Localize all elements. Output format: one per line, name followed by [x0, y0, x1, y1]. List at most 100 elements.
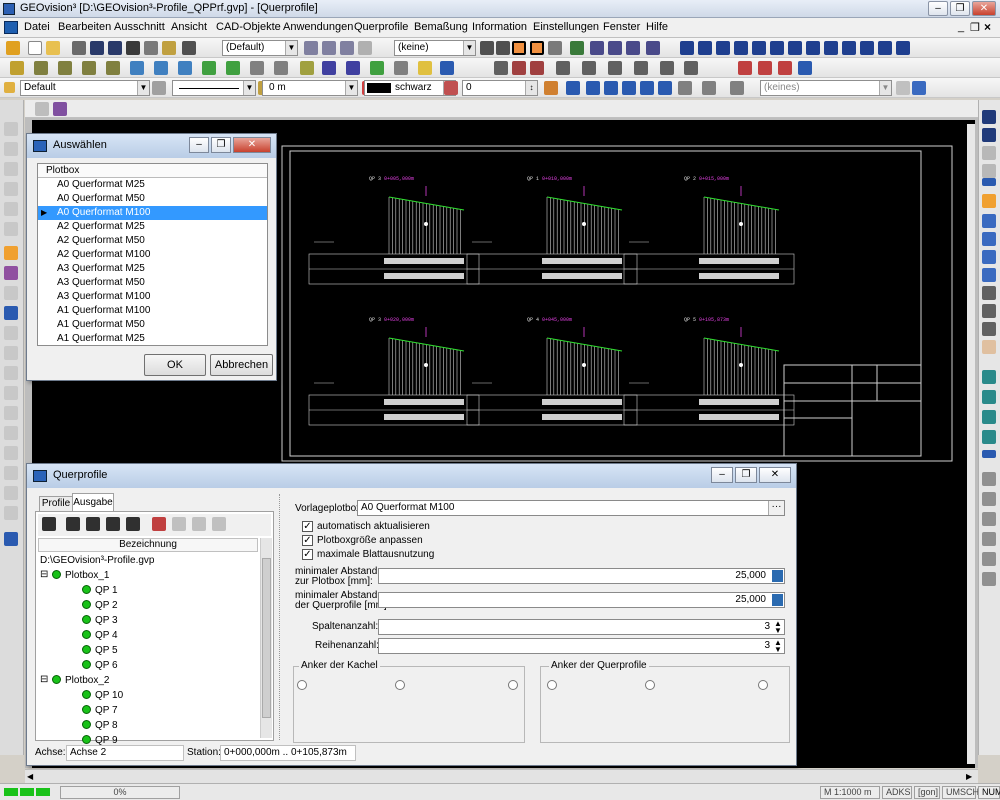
- ok-button[interactable]: OK: [144, 354, 206, 376]
- arrow-right-icon[interactable]: [982, 146, 996, 160]
- table-insert-icon[interactable]: [346, 61, 360, 75]
- canvas-vscrollbar[interactable]: [967, 124, 975, 764]
- zoom-extents-icon[interactable]: [982, 268, 996, 282]
- gon-field[interactable]: [gon]: [914, 786, 940, 799]
- snap-point-icon[interactable]: [556, 61, 570, 75]
- move-down-icon[interactable]: [172, 517, 186, 531]
- tab-profile[interactable]: Profile: [39, 496, 73, 511]
- menu-cad-objekte[interactable]: CAD-Objekte: [216, 21, 281, 33]
- menu-bemassung[interactable]: Bemaßung: [414, 21, 468, 33]
- print-preview-icon[interactable]: [144, 41, 158, 55]
- prop-tool-1-icon[interactable]: [566, 81, 580, 95]
- left-tool-18-icon[interactable]: [4, 506, 18, 520]
- point-icon[interactable]: [10, 61, 24, 75]
- anker-qp-center-radio[interactable]: [645, 680, 655, 690]
- right-toolbar-end-icon[interactable]: [982, 178, 996, 186]
- chart-icon[interactable]: [626, 41, 640, 55]
- left-tool-4-icon[interactable]: [4, 182, 18, 196]
- arrow-up-icon[interactable]: [982, 128, 996, 142]
- tree-profile-item[interactable]: QP 1: [82, 584, 118, 598]
- move-up-icon[interactable]: [152, 517, 166, 531]
- left-toolbar-end-icon[interactable]: [4, 306, 18, 320]
- print-icon[interactable]: [182, 41, 196, 55]
- save-all-icon[interactable]: [108, 41, 122, 55]
- left-tool-12-icon[interactable]: [4, 386, 18, 400]
- left-tool-11-icon[interactable]: [4, 366, 18, 380]
- spalten-field[interactable]: 3: [378, 619, 785, 635]
- profile-tool-11-icon[interactable]: [860, 41, 874, 55]
- frame-select-icon[interactable]: [512, 41, 526, 55]
- value-combo[interactable]: 0 ↕: [462, 80, 538, 96]
- achse-field[interactable]: Achse 2: [66, 745, 184, 761]
- doc-tool-1-icon[interactable]: [35, 102, 49, 116]
- plotbox-list-item[interactable]: A2 Querformat M25: [38, 220, 267, 234]
- layer-manager-icon[interactable]: [440, 61, 454, 75]
- left-tool-10-icon[interactable]: [4, 346, 18, 360]
- plotbox-size-checkbox[interactable]: ✓: [302, 535, 313, 546]
- sort-icon[interactable]: [192, 517, 206, 531]
- layer-off-icon[interactable]: [358, 41, 372, 55]
- frame-window-icon[interactable]: [530, 41, 544, 55]
- tree-profile-item[interactable]: QP 8: [82, 719, 118, 733]
- profile-tool-1-icon[interactable]: [680, 41, 694, 55]
- paste-icon[interactable]: [162, 41, 176, 55]
- style-combo[interactable]: (Default) ▼: [222, 40, 298, 56]
- linewidth-combo[interactable]: 0 m ▼: [262, 80, 358, 96]
- menu-information[interactable]: Information: [472, 21, 527, 33]
- keine-combo[interactable]: (keine) ▼: [394, 40, 476, 56]
- left-tool-7-icon[interactable]: [4, 266, 18, 280]
- anker-kachel-center-radio[interactable]: [395, 680, 405, 690]
- left-tool-5-icon[interactable]: [4, 202, 18, 216]
- trim-icon[interactable]: [250, 61, 264, 75]
- folder-layer-icon[interactable]: [418, 61, 432, 75]
- intersection-icon[interactable]: [512, 61, 526, 75]
- profile-tool-6-icon[interactable]: [770, 41, 784, 55]
- extend-icon[interactable]: [274, 61, 288, 75]
- marker-icon[interactable]: [738, 61, 752, 75]
- profile-tool-5-icon[interactable]: [752, 41, 766, 55]
- close-button[interactable]: ✕: [972, 1, 996, 16]
- reihen-spin-icon[interactable]: ▲ ▼: [774, 639, 782, 654]
- layer-combo[interactable]: Default ▼: [20, 80, 150, 96]
- menu-hilfe[interactable]: Hilfe: [646, 21, 668, 33]
- left-tool-active-icon[interactable]: [4, 246, 18, 260]
- reihen-field[interactable]: 3: [378, 638, 785, 654]
- mdi-restore-icon[interactable]: ❐: [970, 21, 980, 34]
- plotbox-list[interactable]: Plotbox A0 Querformat M25 A0 Querformat M…: [37, 163, 268, 346]
- nav-4-icon[interactable]: [982, 430, 996, 444]
- delete-plotbox-icon[interactable]: [126, 517, 140, 531]
- qp-close-button[interactable]: ✕: [759, 467, 791, 483]
- profile-tool-13-icon[interactable]: [896, 41, 910, 55]
- spalten-spin-icon[interactable]: ▲ ▼: [774, 620, 782, 635]
- open-folder-icon[interactable]: [46, 41, 60, 55]
- mdi-minimize-icon[interactable]: _: [958, 21, 964, 33]
- tree-profile-item[interactable]: QP 2: [82, 599, 118, 613]
- tree-plotbox[interactable]: Plotbox_1: [52, 569, 109, 583]
- left-tool-8-icon[interactable]: [4, 286, 18, 300]
- zoom-all-icon[interactable]: [982, 250, 996, 264]
- dialog-close-button[interactable]: ✕: [233, 137, 271, 153]
- plotbox-list-item[interactable]: A1 Querformat M100: [38, 304, 267, 318]
- prop-tool-3-icon[interactable]: [604, 81, 618, 95]
- max-sheet-checkbox[interactable]: ✓: [302, 549, 313, 560]
- snap-end-icon[interactable]: [582, 61, 596, 75]
- profile-tool-4-icon[interactable]: [734, 41, 748, 55]
- tool-r1-icon[interactable]: [982, 472, 996, 486]
- left-toolbar-end-2-icon[interactable]: [4, 532, 18, 546]
- doc-tool-2-icon[interactable]: [53, 102, 67, 116]
- anker-kachel-left-radio[interactable]: [297, 680, 307, 690]
- left-tool-13-icon[interactable]: [4, 406, 18, 420]
- menu-querprofile[interactable]: Querprofile: [354, 21, 408, 33]
- left-tool-6-icon[interactable]: [4, 222, 18, 236]
- tab-ausgabe[interactable]: Ausgabe: [72, 493, 114, 511]
- settings-panel-icon[interactable]: [912, 81, 926, 95]
- menu-fenster[interactable]: Fenster: [603, 21, 640, 33]
- calculator-icon[interactable]: [772, 570, 783, 582]
- abbrechen-button[interactable]: Abbrechen: [210, 354, 273, 376]
- menu-ansicht[interactable]: Ansicht: [171, 21, 207, 33]
- color-icon[interactable]: [444, 81, 458, 95]
- pan-hand-icon[interactable]: [982, 340, 996, 354]
- snap-near-icon[interactable]: [660, 61, 674, 75]
- binoculars-icon[interactable]: [72, 41, 86, 55]
- plotbox-list-item[interactable]: A1 Querformat M25: [38, 332, 267, 346]
